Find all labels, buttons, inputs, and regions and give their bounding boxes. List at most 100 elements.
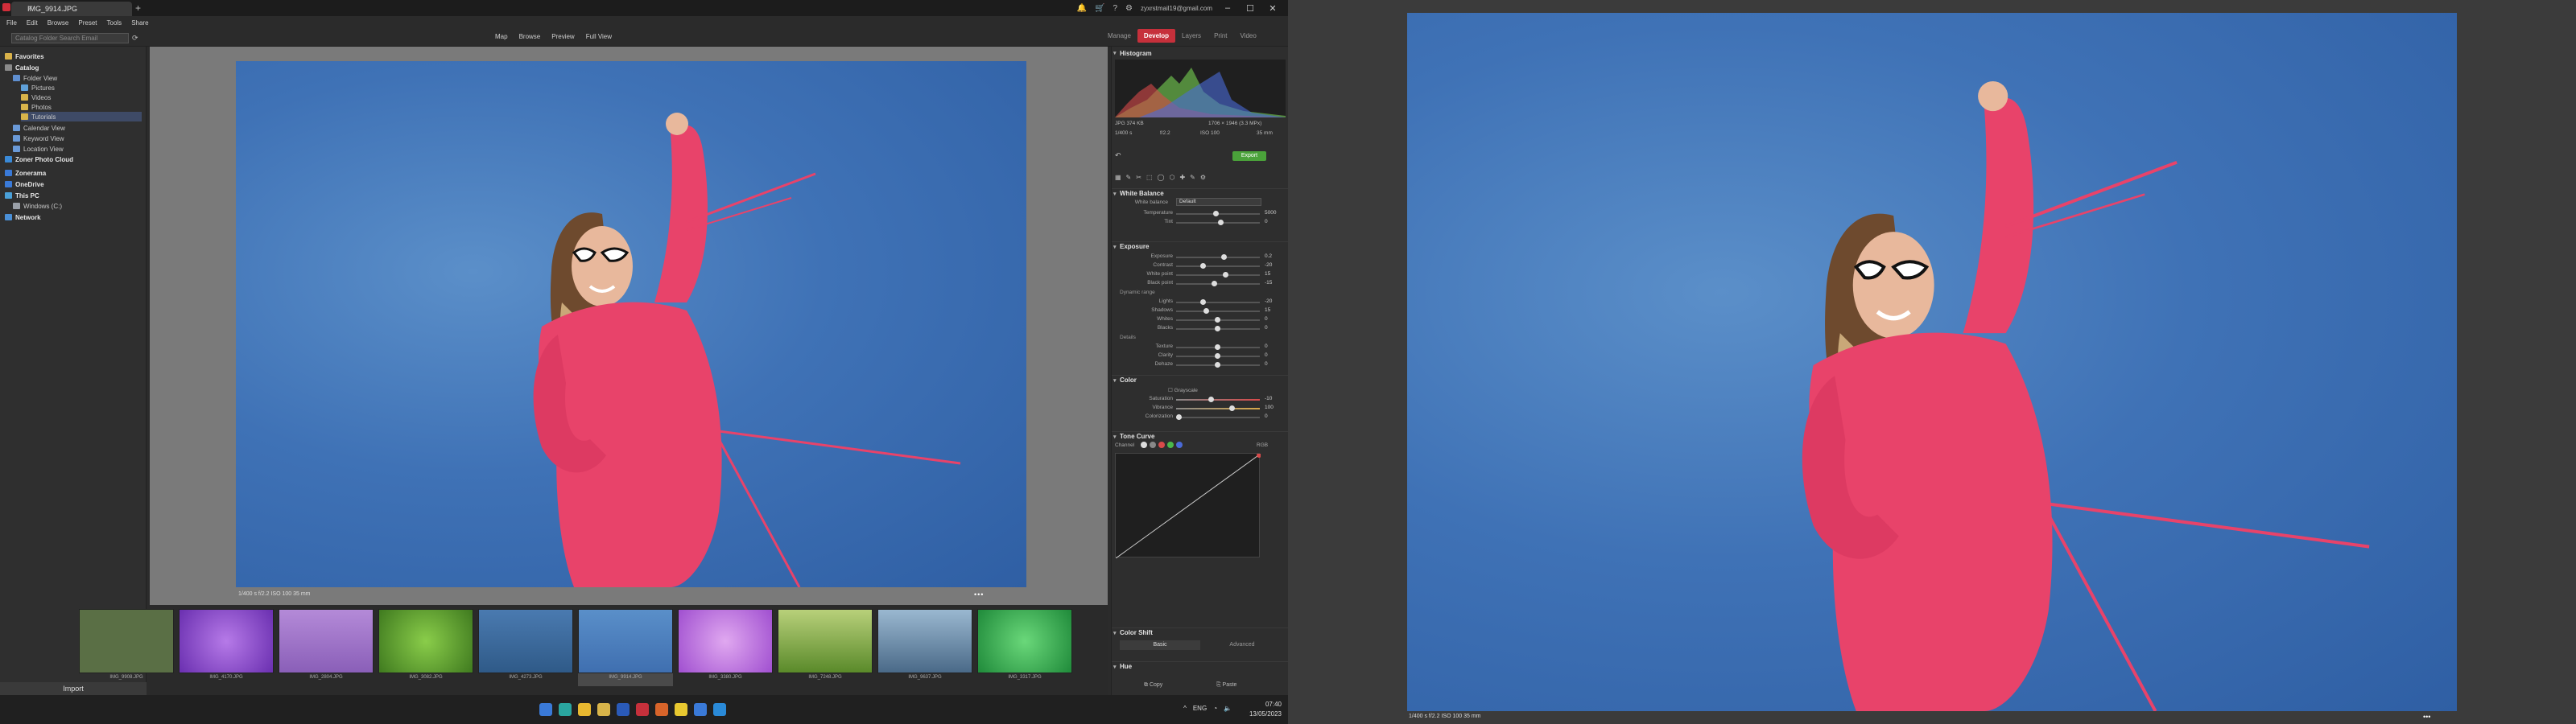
white-balance-select[interactable]: Default [1176,198,1261,206]
sidebar-item-network[interactable]: Network [5,212,41,222]
system-tray[interactable]: ^ ENG ◔ 🔈 [1183,705,1232,712]
menu-tools[interactable]: Tools [107,19,122,27]
vibrance-slider[interactable]: Vibrance 100 [1112,405,1289,413]
basic-tab[interactable]: Basic [1120,640,1200,650]
whites-slider[interactable]: Whites 0 [1112,316,1289,324]
sidebar-item-photos[interactable]: Photos [21,102,52,112]
powerpoint-icon[interactable] [655,703,668,716]
exposure-header[interactable]: Exposure [1112,241,1289,251]
exposure-slider[interactable]: Exposure 0.2 [1112,253,1289,261]
menu-edit[interactable]: Edit [27,19,38,27]
filmstrip-thumb[interactable]: IMG_3380.JPG [678,609,773,686]
settings-icon[interactable]: ⚙ [1125,4,1133,13]
filmstrip-thumb-selected[interactable]: IMG_9914.JPG [578,609,673,686]
sticky-notes-icon[interactable] [675,703,687,716]
cart-icon[interactable]: 🛒 [1095,4,1104,13]
view-browse[interactable]: Browse [519,33,541,40]
sidebar-item-zoner-photo-cloud[interactable]: Zoner Photo Cloud [5,154,73,164]
help-icon[interactable]: ? [1113,4,1117,13]
shadows-slider[interactable]: Shadows 15 [1112,307,1289,315]
chrome-icon[interactable] [578,703,591,716]
filmstrip-thumb[interactable]: IMG_2804.JPG [279,609,374,686]
copy-button[interactable]: ⧉ Copy [1144,682,1162,689]
tab-develop[interactable]: Develop [1137,29,1176,43]
black-point-slider[interactable]: Black point -15 [1112,280,1289,288]
view-preview[interactable]: Preview [551,33,574,40]
fullscreen-photo[interactable] [1407,13,2457,711]
filmstrip-thumb[interactable]: IMG_7248.JPG [778,609,873,686]
more-options-icon[interactable]: ••• [2423,713,2430,721]
tone-curve-header[interactable]: Tone Curve [1112,431,1289,441]
tab-manager[interactable]: Manage [1101,29,1137,43]
color-header[interactable]: Color [1112,375,1289,385]
view-full[interactable]: Full View [586,33,612,40]
zoner-icon[interactable] [636,703,649,716]
maximize-button[interactable]: ☐ [1243,3,1257,14]
sidebar-item-location-view[interactable]: Location View [13,144,64,154]
filmstrip-thumb[interactable]: IMG_9637.JPG [877,609,972,686]
sidebar-item-this-pc[interactable]: This PC [5,191,39,200]
grayscale-checkbox[interactable]: ☐ Grayscale [1168,387,1198,393]
export-button[interactable]: Export [1232,151,1266,161]
dehaze-slider[interactable]: Dehaze 0 [1112,361,1289,369]
app-icon-generic[interactable] [694,703,707,716]
chevron-up-icon[interactable]: ^ [1183,705,1187,712]
color-shift-header[interactable]: Color Shift [1112,627,1289,637]
bell-icon[interactable]: 🔔 [1077,4,1087,13]
channel-swatches[interactable] [1141,442,1183,448]
user-email[interactable]: zyxrstmail19@gmail.com [1141,5,1212,12]
lights-slider[interactable]: Lights -20 [1112,298,1289,306]
new-tab-icon[interactable]: + [135,2,141,14]
advanced-tab[interactable]: Advanced [1202,640,1282,650]
tab-video[interactable]: Video [1234,29,1263,43]
tab-print[interactable]: Print [1208,29,1233,43]
menu-share[interactable]: Share [131,19,148,27]
contrast-slider[interactable]: Contrast -20 [1112,262,1289,270]
filmstrip-thumb[interactable]: IMG_3317.JPG [977,609,1072,686]
tint-slider[interactable]: Tint 0 [1112,219,1289,227]
sidebar-item-tutorials[interactable]: Tutorials [21,112,142,121]
menu-file[interactable]: File [6,19,17,27]
store-icon[interactable] [713,703,726,716]
colorization-slider[interactable]: Colorization 0 [1112,413,1289,422]
sidebar-item-keyword-view[interactable]: Keyword View [13,134,64,143]
sidebar-item-videos[interactable]: Videos [21,93,51,102]
white-balance-header[interactable]: White Balance [1112,188,1289,198]
histogram-header[interactable]: Histogram [1112,48,1289,58]
filmstrip-thumb[interactable]: IMG_3082.JPG [378,609,473,686]
sidebar-item-folder-view[interactable]: Folder View [13,73,57,83]
undo-icon[interactable]: ↶ [1115,151,1121,160]
sidebar-item-pictures[interactable]: Pictures [21,83,55,93]
more-options-icon[interactable]: ••• [974,590,984,599]
search-input[interactable]: Catalog Folder Search Email [11,33,129,43]
tone-curve-graph[interactable] [1115,453,1261,559]
filmstrip-thumb[interactable]: IMG_9908.JPG [79,609,174,686]
filmstrip-thumb[interactable]: IMG_4273.JPG [478,609,573,686]
sidebar-item-zonerama[interactable]: Zonerama [5,168,46,178]
refresh-icon[interactable]: ⟳ [132,34,138,43]
document-tab[interactable]: IMG_9914.JPG ✕ [11,2,132,16]
white-point-slider[interactable]: White point 15 [1112,271,1289,279]
close-window-button[interactable]: ✕ [1265,3,1280,14]
sidebar-item-catalog[interactable]: Catalog [5,63,39,72]
language-indicator[interactable]: ENG [1193,705,1207,712]
tools-row[interactable]: ▦✎✂⬚◯⬡✚✎⚙ [1115,174,1211,181]
close-tab-icon[interactable]: ✕ [27,4,127,13]
clock[interactable]: 07:40 13/05/2023 [1249,700,1282,719]
sidebar-item-favorites[interactable]: Favorites [5,51,44,61]
clarity-slider[interactable]: Clarity 0 [1112,352,1289,360]
search-icon[interactable] [559,703,572,716]
texture-slider[interactable]: Texture 0 [1112,343,1289,352]
minimize-button[interactable]: – [1220,3,1235,13]
saturation-slider[interactable]: Saturation -10 [1112,396,1289,404]
menu-browse[interactable]: Browse [47,19,69,27]
paste-button[interactable]: ⎘ Paste [1216,682,1236,689]
start-icon[interactable] [539,703,552,716]
sidebar-item-windows-c[interactable]: Windows (C:) [13,201,62,211]
hue-header[interactable]: Hue [1112,661,1289,671]
filmstrip-thumb[interactable]: IMG_4170.JPG [179,609,274,686]
volume-icon[interactable]: 🔈 [1224,705,1232,712]
word-icon[interactable] [617,703,630,716]
sidebar-item-onedrive[interactable]: OneDrive [5,179,44,189]
sidebar-item-calendar-view[interactable]: Calendar View [13,123,65,133]
